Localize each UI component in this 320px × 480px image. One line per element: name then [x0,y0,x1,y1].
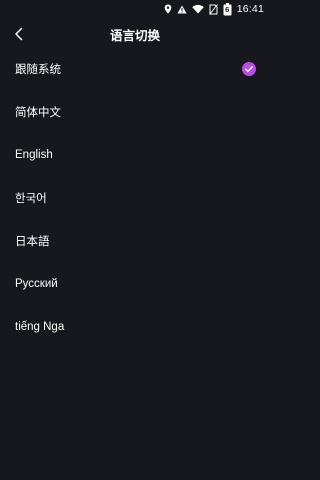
language-label: 한국어 [15,190,47,205]
language-label: 简体中文 [15,104,61,119]
status-time: 16:41 [236,3,264,15]
language-item-english[interactable]: English [0,133,270,176]
header: 语言切换 [0,22,270,46]
language-item-japanese[interactable]: 日本語 [0,219,270,262]
language-list: 跟随系统 简体中文 English 한국어 日本語 Русский tiếng … [0,47,270,348]
language-item-vietnamese[interactable]: tiếng Nga [0,305,270,348]
language-item-simplified-chinese[interactable]: 简体中文 [0,90,270,133]
language-item-follow-system[interactable]: 跟随系统 [0,47,270,90]
battery-icon: 6 [223,2,232,16]
wifi-icon [192,4,204,14]
page-title: 语言切换 [109,27,160,43]
check-circle-icon [242,61,256,76]
battery-level: 6 [225,4,230,14]
no-sim-icon [208,3,218,15]
language-settings-screen: 6 16:41 语言切换 跟随系统 简体中文 English 한국어 日本語 Р… [0,0,270,480]
language-label: Русский [15,277,58,290]
back-button[interactable] [8,22,30,46]
warning-icon [177,5,187,14]
chevron-left-icon [14,27,24,41]
status-bar: 6 16:41 [0,0,270,18]
language-label: 日本語 [15,233,50,248]
location-icon [164,4,172,14]
language-label: 跟随系统 [15,61,61,76]
language-label: English [15,148,53,161]
language-item-russian[interactable]: Русский [0,262,270,305]
language-item-korean[interactable]: 한국어 [0,176,270,219]
language-label: tiếng Nga [15,320,65,333]
